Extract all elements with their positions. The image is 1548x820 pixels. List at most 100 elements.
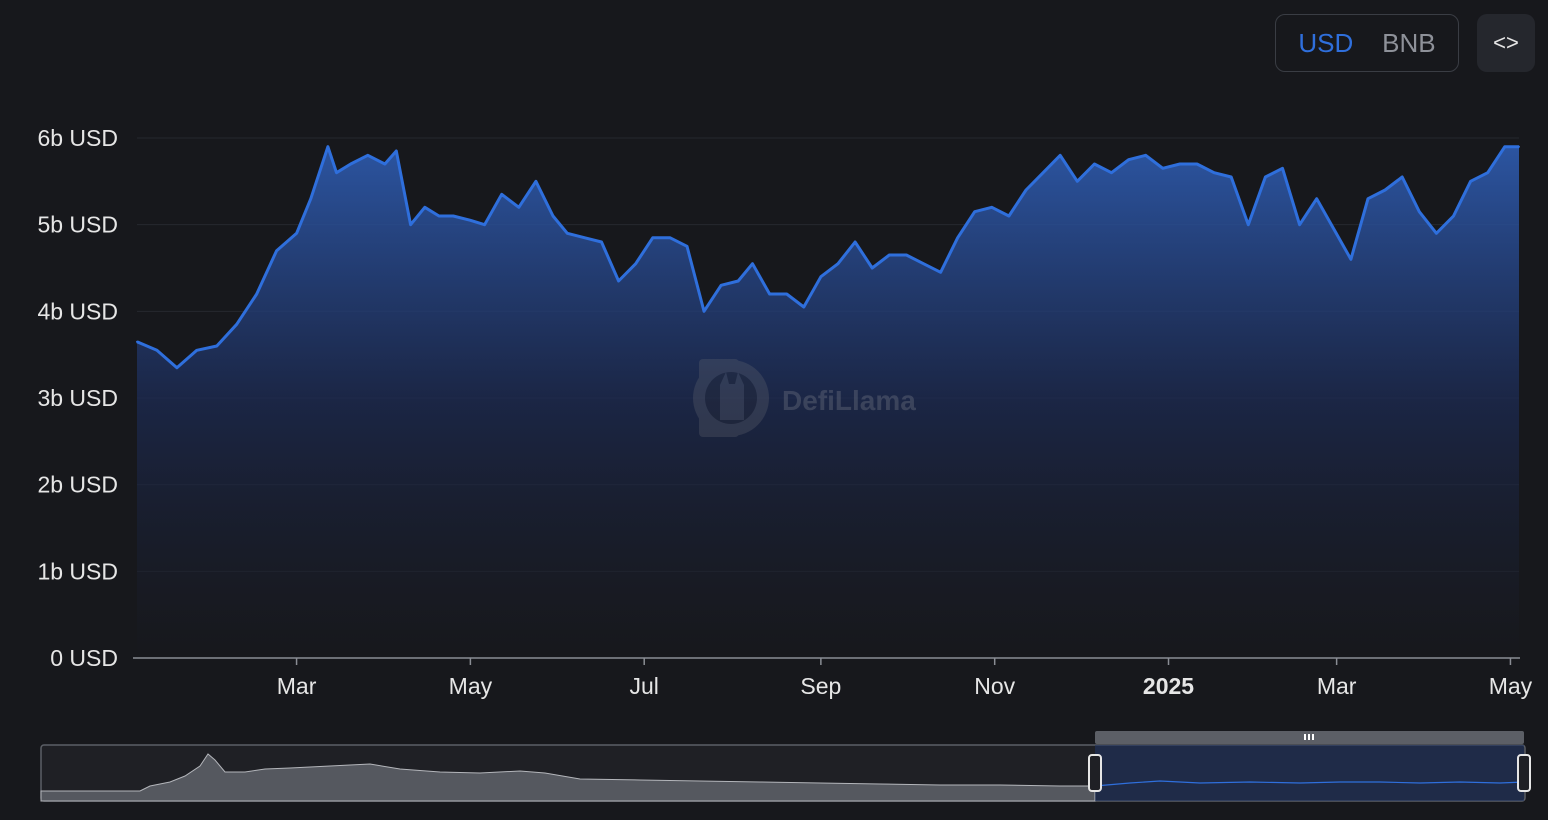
data-point [136, 340, 138, 343]
data-point [854, 241, 857, 243]
data-point [534, 180, 537, 183]
navigator-selection[interactable] [1095, 745, 1524, 801]
data-point [1127, 158, 1130, 161]
grip-icon [1304, 734, 1314, 740]
data-point [1435, 232, 1438, 235]
data-point [500, 193, 503, 196]
data-point [956, 236, 959, 239]
data-point [155, 349, 158, 352]
data-point [1486, 171, 1489, 174]
data-point [837, 262, 839, 265]
data-point [819, 275, 822, 278]
data-point [1264, 176, 1267, 178]
data-point [215, 345, 218, 347]
y-axis: 0 USD 1b USD 2b USD 3b USD 4b USD 5b USD 6b US… [37, 125, 118, 671]
data-point [785, 293, 788, 295]
data-point [235, 323, 238, 326]
x-tick-label: Mar [1317, 673, 1357, 699]
x-tick-label: May [449, 673, 493, 699]
data-point [326, 145, 329, 148]
data-point [720, 284, 723, 287]
data-point [668, 236, 671, 239]
data-point [600, 241, 603, 243]
data-point [1384, 189, 1387, 191]
navigator-right-handle[interactable] [1517, 754, 1531, 792]
data-point [517, 206, 520, 209]
data-point [751, 262, 754, 265]
range-navigator [40, 731, 1531, 802]
data-point [1298, 223, 1301, 226]
data-point [1230, 176, 1233, 178]
data-point [438, 215, 440, 217]
data-point [1452, 215, 1455, 217]
data-point [255, 293, 258, 295]
data-point [617, 280, 620, 282]
data-point [1025, 189, 1027, 191]
data-point [483, 223, 486, 226]
data-point [888, 254, 891, 256]
y-tick-label: 4b USD [37, 298, 118, 324]
x-tick-label: 2025 [1143, 673, 1194, 699]
data-point [295, 232, 298, 235]
data-point [768, 293, 771, 295]
data-point [1401, 176, 1404, 178]
data-point [349, 163, 352, 165]
chart: 0 USD 1b USD 2b USD 3b USD 4b USD 5b USD 6b US… [37, 125, 1533, 802]
data-point [737, 280, 740, 282]
navigator-left-handle[interactable] [1088, 754, 1102, 792]
data-point [275, 249, 278, 252]
data-point [175, 366, 178, 369]
data-point [1042, 171, 1045, 174]
x-tick-label: Jul [630, 673, 659, 699]
data-point [409, 223, 412, 226]
watermark-text: DefiLlama [782, 385, 916, 416]
y-tick-label: 1b USD [37, 558, 118, 584]
data-point [1418, 210, 1421, 213]
data-point [1469, 180, 1472, 183]
data-point [686, 245, 688, 248]
data-point [1247, 223, 1250, 226]
data-point [990, 206, 993, 209]
data-point [651, 236, 654, 239]
data-point [1332, 228, 1335, 230]
data-point [1503, 145, 1506, 148]
data-point [634, 262, 637, 265]
data-point [1367, 197, 1369, 200]
y-tick-label: 0 USD [50, 645, 118, 671]
data-point [452, 215, 455, 217]
data-point [1059, 154, 1062, 157]
data-point [423, 206, 426, 209]
y-tick-label: 6b USD [37, 125, 118, 151]
data-point [1315, 197, 1318, 200]
data-point [335, 171, 338, 174]
data-point [871, 267, 874, 269]
data-point [1110, 171, 1113, 174]
data-point [1076, 180, 1079, 183]
data-point [1349, 258, 1352, 261]
data-point [703, 310, 705, 313]
data-point [566, 232, 569, 235]
data-point [552, 215, 554, 217]
y-tick-label: 2b USD [37, 472, 118, 498]
data-point [1178, 163, 1181, 165]
data-point [383, 163, 386, 165]
data-point [973, 210, 976, 213]
data-point [1144, 154, 1147, 157]
data-point [1007, 215, 1010, 217]
y-tick-label: 3b USD [37, 385, 118, 411]
data-point [195, 349, 198, 352]
data-point [469, 219, 472, 222]
data-point [939, 271, 942, 274]
data-point [309, 197, 312, 200]
data-point [1093, 163, 1096, 165]
x-tick-label: Sep [800, 673, 841, 699]
x-tick-label: Nov [974, 673, 1015, 699]
data-point [1281, 167, 1284, 170]
x-tick-label: Mar [277, 673, 317, 699]
data-point [1161, 167, 1164, 170]
data-point [583, 236, 586, 239]
data-point [1518, 145, 1520, 148]
data-point [922, 262, 925, 265]
data-point [905, 254, 908, 256]
data-point [802, 306, 805, 308]
